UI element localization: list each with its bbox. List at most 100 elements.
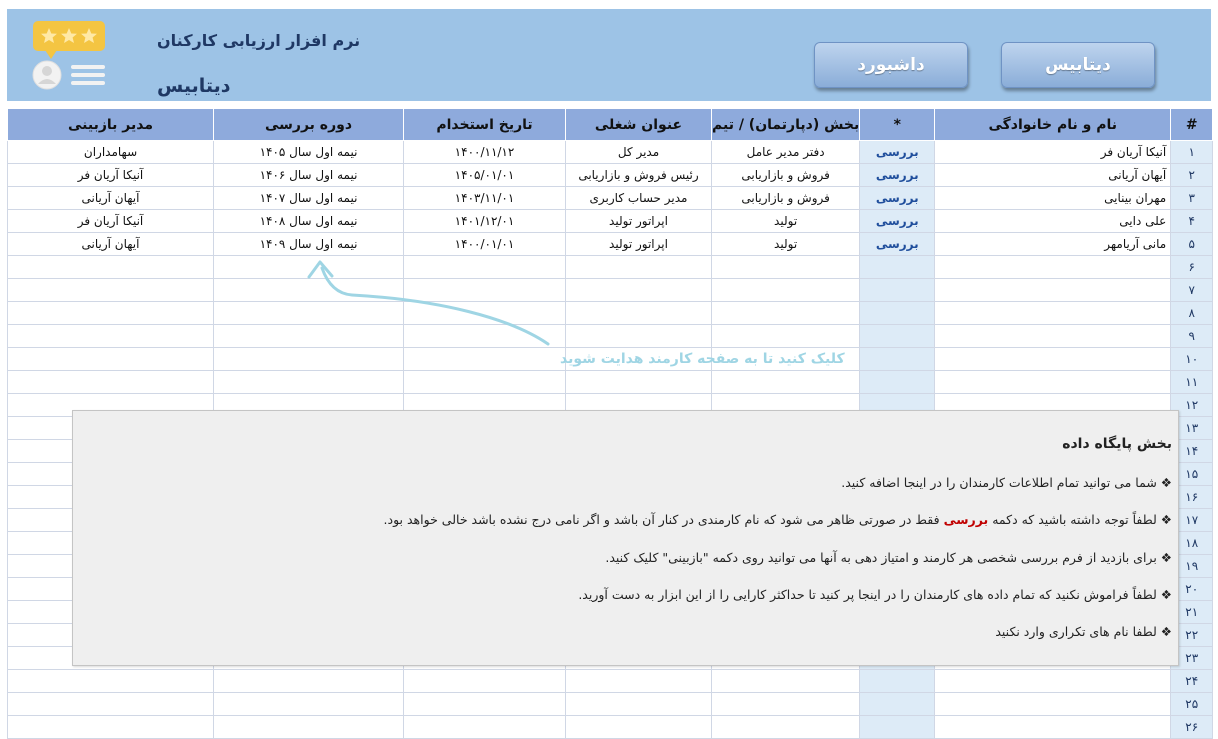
cell-job: اپراتور تولید	[565, 232, 712, 256]
empty-cell	[710, 324, 861, 348]
row-number: ۲۵	[1170, 692, 1214, 716]
cell-job: مدیر حساب کاربری	[565, 186, 712, 210]
review-button[interactable]: بررسی	[859, 186, 936, 210]
bullet-icon: ❖	[1160, 475, 1172, 490]
empty-cell[interactable]	[859, 301, 936, 325]
empty-cell	[934, 324, 1172, 348]
row-number: ۲۶	[1170, 715, 1214, 739]
empty-cell	[934, 715, 1172, 739]
cell-hire-date: ۱۴۰۵/۰۱/۰۱	[403, 163, 566, 187]
empty-cell	[710, 692, 861, 716]
cell-period: نیمه اول سال ۱۴۰۶	[213, 163, 404, 187]
empty-cell	[710, 669, 861, 693]
info-line-2: ❖ لطفاً توجه داشته باشید که دکمه بررسی ف…	[383, 512, 1172, 527]
bullet-icon: ❖	[1160, 512, 1172, 527]
info-line-5: ❖ لطفا نام های تکراری وارد نکنید	[995, 624, 1172, 639]
empty-cell	[7, 692, 214, 716]
empty-cell	[934, 278, 1172, 302]
table-row: ۵ مانی آریامهر بررسی تولید اپراتور تولید ۱۴۰۰…	[7, 232, 1214, 256]
hint-text: کلیک کنید تا به صفحه کارمند هدایت شوید	[560, 351, 845, 367]
bullet-icon: ❖	[1160, 587, 1172, 602]
row-number: ۷	[1170, 278, 1214, 302]
cell-department: فروش و بازاریابی	[710, 186, 861, 210]
empty-cell	[710, 278, 861, 302]
row-number: ۹	[1170, 324, 1214, 348]
cell-department: تولید	[710, 232, 861, 256]
empty-cell	[213, 347, 404, 371]
header-review: *	[859, 108, 936, 141]
row-number: ۱۰	[1170, 347, 1214, 371]
dashboard-button[interactable]: داشبورد	[814, 42, 968, 88]
empty-cell	[710, 715, 861, 739]
table-row-empty: ۲۴	[7, 669, 1214, 693]
empty-cell	[7, 324, 214, 348]
empty-cell	[7, 370, 214, 394]
app-title: نرم افزار ارزیابی کارکنان	[157, 31, 361, 50]
table-row-empty: ۷	[7, 278, 1214, 302]
empty-cell	[934, 669, 1172, 693]
table-row: ۳ مهران بینایی بررسی فروش و بازاریابی مدیر ح…	[7, 186, 1214, 210]
cell-period: نیمه اول سال ۱۴۰۸	[213, 209, 404, 233]
table-row-empty: ۶	[7, 255, 1214, 279]
table-row-empty: ۲۶	[7, 715, 1214, 739]
cell-manager: آیهان آریانی	[7, 186, 214, 210]
cell-name: مهران بینایی	[934, 186, 1172, 210]
empty-cell	[403, 715, 566, 739]
empty-cell	[934, 370, 1172, 394]
cell-manager: آیهان آریانی	[7, 232, 214, 256]
table-row-empty: ۱۱	[7, 370, 1214, 394]
empty-cell	[565, 324, 712, 348]
table-row-empty: ۲۵	[7, 692, 1214, 716]
empty-cell[interactable]	[859, 370, 936, 394]
cell-name: آنیکا آریان فر	[934, 140, 1172, 164]
empty-cell	[403, 370, 566, 394]
empty-cell	[213, 370, 404, 394]
cell-department: فروش و بازاریابی	[710, 163, 861, 187]
row-number: ۱	[1170, 140, 1214, 164]
header-department: بخش (دپارتمان) / تیم	[710, 108, 861, 141]
empty-cell[interactable]	[859, 347, 936, 371]
cell-manager: آنیکا آریان فر	[7, 209, 214, 233]
empty-cell	[403, 278, 566, 302]
empty-cell	[7, 669, 214, 693]
empty-cell	[7, 715, 214, 739]
row-number: ۵	[1170, 232, 1214, 256]
review-button[interactable]: بررسی	[859, 163, 936, 187]
header-hire-date: تاریخ استخدام	[403, 108, 566, 141]
empty-cell	[565, 278, 712, 302]
header-bar: نرم افزار ارزیابی کارکنان دیتابیس داشبور…	[7, 9, 1211, 101]
cell-job: رئیس فروش و بازاریابی	[565, 163, 712, 187]
empty-cell	[565, 370, 712, 394]
review-button[interactable]: بررسی	[859, 232, 936, 256]
empty-cell	[403, 324, 566, 348]
info-title: بخش پایگاه داده	[1062, 436, 1172, 452]
empty-cell	[403, 301, 566, 325]
cell-manager: آنیکا آریان فر	[7, 163, 214, 187]
table-row: ۴ علی دایی بررسی تولید اپراتور تولید ۱۴۰۱/۱۲/…	[7, 209, 1214, 233]
review-button[interactable]: بررسی	[859, 209, 936, 233]
database-button[interactable]: دیتابیس	[1001, 42, 1155, 88]
empty-cell	[710, 255, 861, 279]
row-number: ۲	[1170, 163, 1214, 187]
cell-department: تولید	[710, 209, 861, 233]
bullet-icon: ❖	[1160, 550, 1172, 565]
empty-cell[interactable]	[859, 324, 936, 348]
empty-cell	[565, 301, 712, 325]
row-number: ۳	[1170, 186, 1214, 210]
empty-cell[interactable]	[859, 715, 936, 739]
empty-cell	[7, 255, 214, 279]
empty-cell	[403, 255, 566, 279]
cell-job: اپراتور تولید	[565, 209, 712, 233]
review-button[interactable]: بررسی	[859, 140, 936, 164]
empty-cell	[7, 278, 214, 302]
empty-cell	[934, 301, 1172, 325]
empty-cell[interactable]	[859, 669, 936, 693]
table-row-empty: ۹	[7, 324, 1214, 348]
empty-cell[interactable]	[859, 255, 936, 279]
cell-name: آیهان آریانی	[934, 163, 1172, 187]
page-title: دیتابیس	[157, 75, 231, 97]
table-header-row: # نام و نام خانوادگی * بخش (دپارتمان) / …	[7, 108, 1214, 141]
empty-cell[interactable]	[859, 692, 936, 716]
empty-cell	[213, 301, 404, 325]
empty-cell[interactable]	[859, 278, 936, 302]
